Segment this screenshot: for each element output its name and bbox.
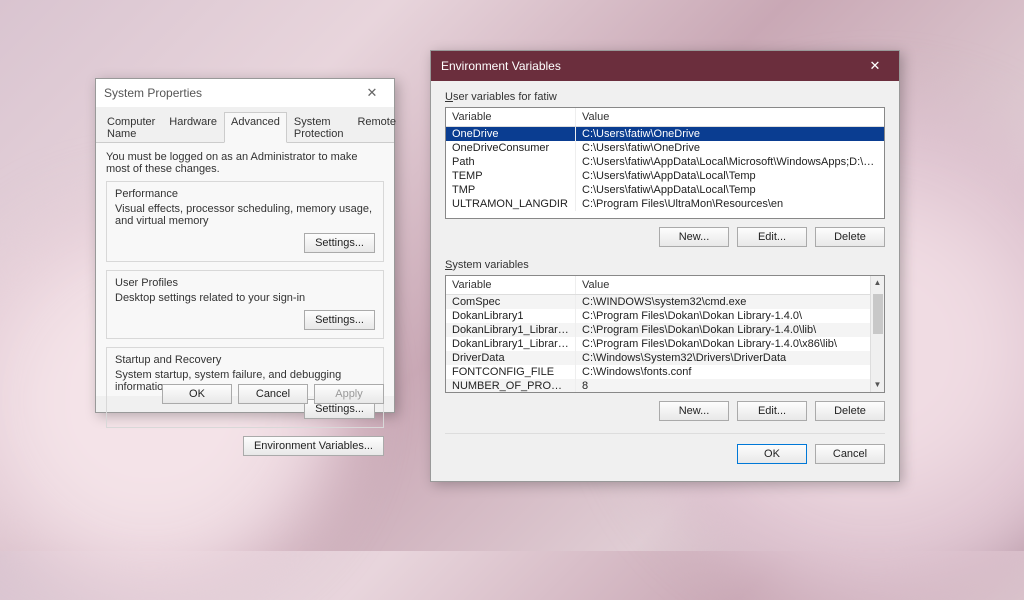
cell-variable: TEMP bbox=[446, 169, 576, 183]
performance-settings-button[interactable]: Settings... bbox=[304, 233, 375, 253]
table-row[interactable]: OneDriveC:\Users\fatiw\OneDrive bbox=[446, 127, 884, 141]
cell-value: C:\Users\fatiw\AppData\Local\Microsoft\W… bbox=[576, 155, 884, 169]
sys-delete-button[interactable]: Delete bbox=[815, 401, 885, 421]
cell-value: C:\Users\fatiw\OneDrive bbox=[576, 141, 884, 155]
cell-variable: DriverData bbox=[446, 351, 576, 365]
scrollbar[interactable]: ▲ ▼ bbox=[870, 276, 884, 392]
table-row[interactable]: PathC:\Users\fatiw\AppData\Local\Microso… bbox=[446, 155, 884, 169]
scroll-thumb[interactable] bbox=[873, 294, 883, 334]
cell-value: C:\Program Files\Dokan\Dokan Library-1.4… bbox=[576, 337, 884, 351]
cell-variable: DokanLibrary1_LibraryPath_... bbox=[446, 323, 576, 337]
table-row[interactable]: ULTRAMON_LANGDIRC:\Program Files\UltraMo… bbox=[446, 197, 884, 211]
tab-remote[interactable]: Remote bbox=[350, 112, 403, 143]
user-vars-list[interactable]: Variable Value OneDriveC:\Users\fatiw\On… bbox=[445, 107, 885, 219]
cell-value: C:\Program Files\UltraMon\Resources\en bbox=[576, 197, 884, 211]
cell-variable: ULTRAMON_LANGDIR bbox=[446, 197, 576, 211]
user-vars-buttons: New... Edit... Delete bbox=[445, 227, 885, 247]
list-header: Variable Value bbox=[446, 276, 884, 295]
cell-value: C:\Program Files\Dokan\Dokan Library-1.4… bbox=[576, 323, 884, 337]
dialog-buttons: OK Cancel bbox=[445, 433, 885, 464]
tab-computer-name[interactable]: Computer Name bbox=[100, 112, 162, 143]
table-row[interactable]: DokanLibrary1C:\Program Files\Dokan\Doka… bbox=[446, 309, 884, 323]
user-edit-button[interactable]: Edit... bbox=[737, 227, 807, 247]
cell-variable: OneDrive bbox=[446, 127, 576, 141]
col-value[interactable]: Value bbox=[576, 276, 884, 294]
cell-variable: NUMBER_OF_PROCESSORS bbox=[446, 379, 576, 393]
cancel-button[interactable]: Cancel bbox=[815, 444, 885, 464]
user-profiles-title: User Profiles bbox=[115, 277, 375, 289]
table-row[interactable]: OneDriveConsumerC:\Users\fatiw\OneDrive bbox=[446, 141, 884, 155]
tabs: Computer Name Hardware Advanced System P… bbox=[96, 107, 394, 143]
table-row[interactable]: DokanLibrary1_LibraryPath_...C:\Program … bbox=[446, 323, 884, 337]
col-variable[interactable]: Variable bbox=[446, 276, 576, 294]
col-value[interactable]: Value bbox=[576, 108, 884, 126]
cell-value: C:\Program Files\Dokan\Dokan Library-1.4… bbox=[576, 309, 884, 323]
cell-value: 8 bbox=[576, 379, 884, 393]
user-profiles-group: User Profiles Desktop settings related t… bbox=[106, 270, 384, 339]
dialog-body: User variables for fatiw Variable Value … bbox=[431, 81, 899, 474]
cell-value: C:\Windows\System32\Drivers\DriverData bbox=[576, 351, 884, 365]
close-icon[interactable]: ✕ bbox=[358, 85, 386, 101]
cell-value: C:\Users\fatiw\OneDrive bbox=[576, 127, 884, 141]
user-profiles-desc: Desktop settings related to your sign-in bbox=[115, 292, 375, 304]
sys-new-button[interactable]: New... bbox=[659, 401, 729, 421]
system-properties-dialog: System Properties ✕ Computer Name Hardwa… bbox=[95, 78, 395, 413]
performance-desc: Visual effects, processor scheduling, me… bbox=[115, 203, 375, 227]
close-icon[interactable]: ✕ bbox=[861, 58, 889, 74]
col-variable[interactable]: Variable bbox=[446, 108, 576, 126]
cell-value: C:\WINDOWS\system32\cmd.exe bbox=[576, 295, 884, 309]
cell-variable: ComSpec bbox=[446, 295, 576, 309]
title-text: System Properties bbox=[104, 86, 202, 100]
cell-variable: DokanLibrary1_LibraryPath_... bbox=[446, 337, 576, 351]
cell-variable: DokanLibrary1 bbox=[446, 309, 576, 323]
system-vars-buttons: New... Edit... Delete bbox=[445, 401, 885, 421]
admin-note: You must be logged on as an Administrato… bbox=[106, 151, 384, 175]
user-profiles-settings-button[interactable]: Settings... bbox=[304, 310, 375, 330]
tab-system-protection[interactable]: System Protection bbox=[287, 112, 351, 143]
table-row[interactable]: ComSpecC:\WINDOWS\system32\cmd.exe bbox=[446, 295, 884, 309]
table-row[interactable]: FONTCONFIG_FILEC:\Windows\fonts.conf bbox=[446, 365, 884, 379]
tab-hardware[interactable]: Hardware bbox=[162, 112, 224, 143]
cell-variable: Path bbox=[446, 155, 576, 169]
table-row[interactable]: NUMBER_OF_PROCESSORS8 bbox=[446, 379, 884, 393]
ok-button[interactable]: OK bbox=[737, 444, 807, 464]
titlebar[interactable]: System Properties ✕ bbox=[96, 79, 394, 107]
ok-button[interactable]: OK bbox=[162, 384, 232, 404]
cell-variable: OneDriveConsumer bbox=[446, 141, 576, 155]
scroll-up-icon[interactable]: ▲ bbox=[871, 276, 884, 290]
environment-variables-dialog: Environment Variables ✕ User variables f… bbox=[430, 50, 900, 482]
tab-advanced[interactable]: Advanced bbox=[224, 112, 287, 143]
scroll-down-icon[interactable]: ▼ bbox=[871, 378, 884, 392]
apply-button[interactable]: Apply bbox=[314, 384, 384, 404]
cell-variable: TMP bbox=[446, 183, 576, 197]
performance-group: Performance Visual effects, processor sc… bbox=[106, 181, 384, 262]
system-vars-list[interactable]: Variable Value ComSpecC:\WINDOWS\system3… bbox=[445, 275, 885, 393]
tab-body: You must be logged on as an Administrato… bbox=[96, 143, 394, 396]
startup-title: Startup and Recovery bbox=[115, 354, 375, 366]
table-row[interactable]: TMPC:\Users\fatiw\AppData\Local\Temp bbox=[446, 183, 884, 197]
user-new-button[interactable]: New... bbox=[659, 227, 729, 247]
table-row[interactable]: TEMPC:\Users\fatiw\AppData\Local\Temp bbox=[446, 169, 884, 183]
table-row[interactable]: DokanLibrary1_LibraryPath_...C:\Program … bbox=[446, 337, 884, 351]
cell-value: C:\Users\fatiw\AppData\Local\Temp bbox=[576, 183, 884, 197]
title-text: Environment Variables bbox=[441, 59, 561, 73]
user-delete-button[interactable]: Delete bbox=[815, 227, 885, 247]
list-header: Variable Value bbox=[446, 108, 884, 127]
sys-edit-button[interactable]: Edit... bbox=[737, 401, 807, 421]
system-vars-label: System variables bbox=[445, 259, 885, 271]
table-row[interactable]: DriverDataC:\Windows\System32\Drivers\Dr… bbox=[446, 351, 884, 365]
cell-value: C:\Users\fatiw\AppData\Local\Temp bbox=[576, 169, 884, 183]
performance-title: Performance bbox=[115, 188, 375, 200]
cell-variable: FONTCONFIG_FILE bbox=[446, 365, 576, 379]
cancel-button[interactable]: Cancel bbox=[238, 384, 308, 404]
environment-variables-button[interactable]: Environment Variables... bbox=[243, 436, 384, 456]
user-vars-label: User variables for fatiw bbox=[445, 91, 885, 103]
dialog-buttons: OK Cancel Apply bbox=[162, 384, 384, 404]
titlebar[interactable]: Environment Variables ✕ bbox=[431, 51, 899, 81]
cell-value: C:\Windows\fonts.conf bbox=[576, 365, 884, 379]
